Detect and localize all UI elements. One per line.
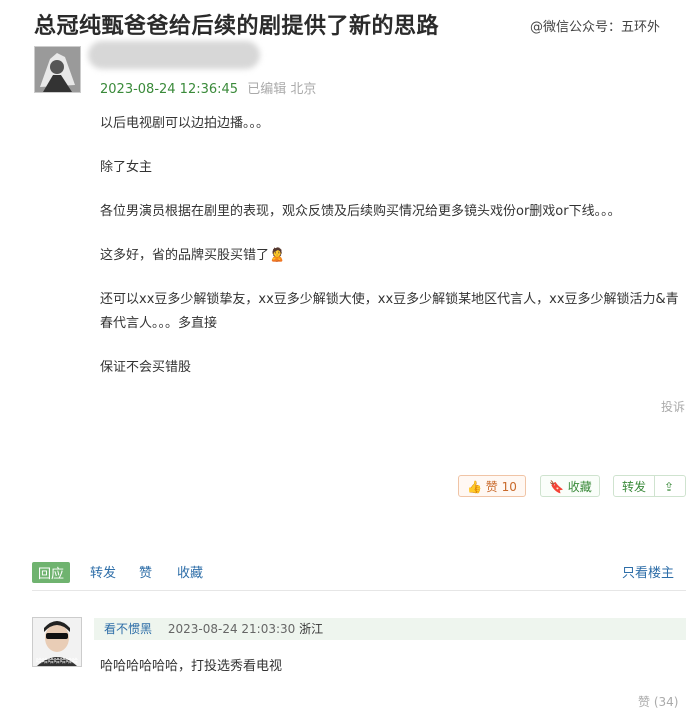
like-link[interactable]: 赞 <box>139 562 152 581</box>
share-button[interactable]: 转发 <box>614 476 654 496</box>
author-avatar[interactable] <box>34 46 81 93</box>
post-action-bar: 回应 转发 赞 收藏 只看楼主 <box>32 562 686 583</box>
reply-button[interactable]: 回应 <box>32 562 71 583</box>
commenter-avatar[interactable]: 哈哈哈哈哈哈哈 <box>32 617 82 667</box>
post-meta: 2023-08-24 12:36:45 已编辑 北京 <box>100 78 316 97</box>
like-button[interactable]: 👍 赞 10 <box>458 475 526 497</box>
page-title: 总冠纯甄爸爸给后续的剧提供了新的思路 <box>34 14 440 39</box>
share-button-group: 转发 ⇪ <box>613 475 686 497</box>
favorite-link[interactable]: 收藏 <box>177 562 203 581</box>
comment-location: 浙江 <box>299 622 324 636</box>
comment-timestamp: 2023-08-24 21:03:30 <box>167 622 296 636</box>
report-link[interactable]: 投诉 <box>661 398 685 415</box>
comment-like-button[interactable]: 赞 (34) <box>638 693 678 710</box>
comment-header: 看不惯黑 2023-08-24 21:03:30 浙江 <box>94 618 686 640</box>
avatar-image <box>35 47 80 92</box>
author-name-blurred[interactable] <box>88 41 260 69</box>
post-edited-location: 已编辑 北京 <box>247 82 317 97</box>
only-author-link[interactable]: 只看楼主 <box>622 562 674 581</box>
post-paragraph: 这多好，省的品牌买股买错了🙎 <box>100 248 286 263</box>
post-paragraph: 还可以xx豆多少解锁挚友，xx豆多少解锁大使，xx豆多少解锁某地区代言人，xx豆… <box>100 292 679 331</box>
post-paragraph: 各位男演员根据在剧里的表现，观众反馈及后续购买情况给更多镜头戏份or删戏or下线… <box>100 204 621 219</box>
post-paragraph: 除了女主 <box>100 160 153 175</box>
avatar-caption: 哈哈哈哈哈哈哈 <box>36 657 78 665</box>
post-paragraph: 以后电视剧可以边拍边播。。。 <box>100 116 270 131</box>
commenter-name[interactable]: 看不惯黑 <box>104 622 152 636</box>
share-icon[interactable]: ⇪ <box>654 476 683 496</box>
post-paragraph: 保证不会买错股 <box>100 360 192 375</box>
post-timestamp: 2023-08-24 12:36:45 <box>100 82 239 97</box>
forward-link[interactable]: 转发 <box>90 562 116 581</box>
post-body: 以后电视剧可以边拍边播。。。 除了女主 各位男演员根据在剧里的表现，观众反馈及后… <box>100 112 680 400</box>
comment-text: 哈哈哈哈哈哈，打投选秀看电视 <box>100 659 283 674</box>
commenter-avatar-image: 哈哈哈哈哈哈哈 <box>33 618 81 666</box>
favorite-button[interactable]: 🔖 收藏 <box>540 475 600 497</box>
divider <box>32 590 686 591</box>
watermark: @微信公众号：五环外 <box>530 20 661 35</box>
